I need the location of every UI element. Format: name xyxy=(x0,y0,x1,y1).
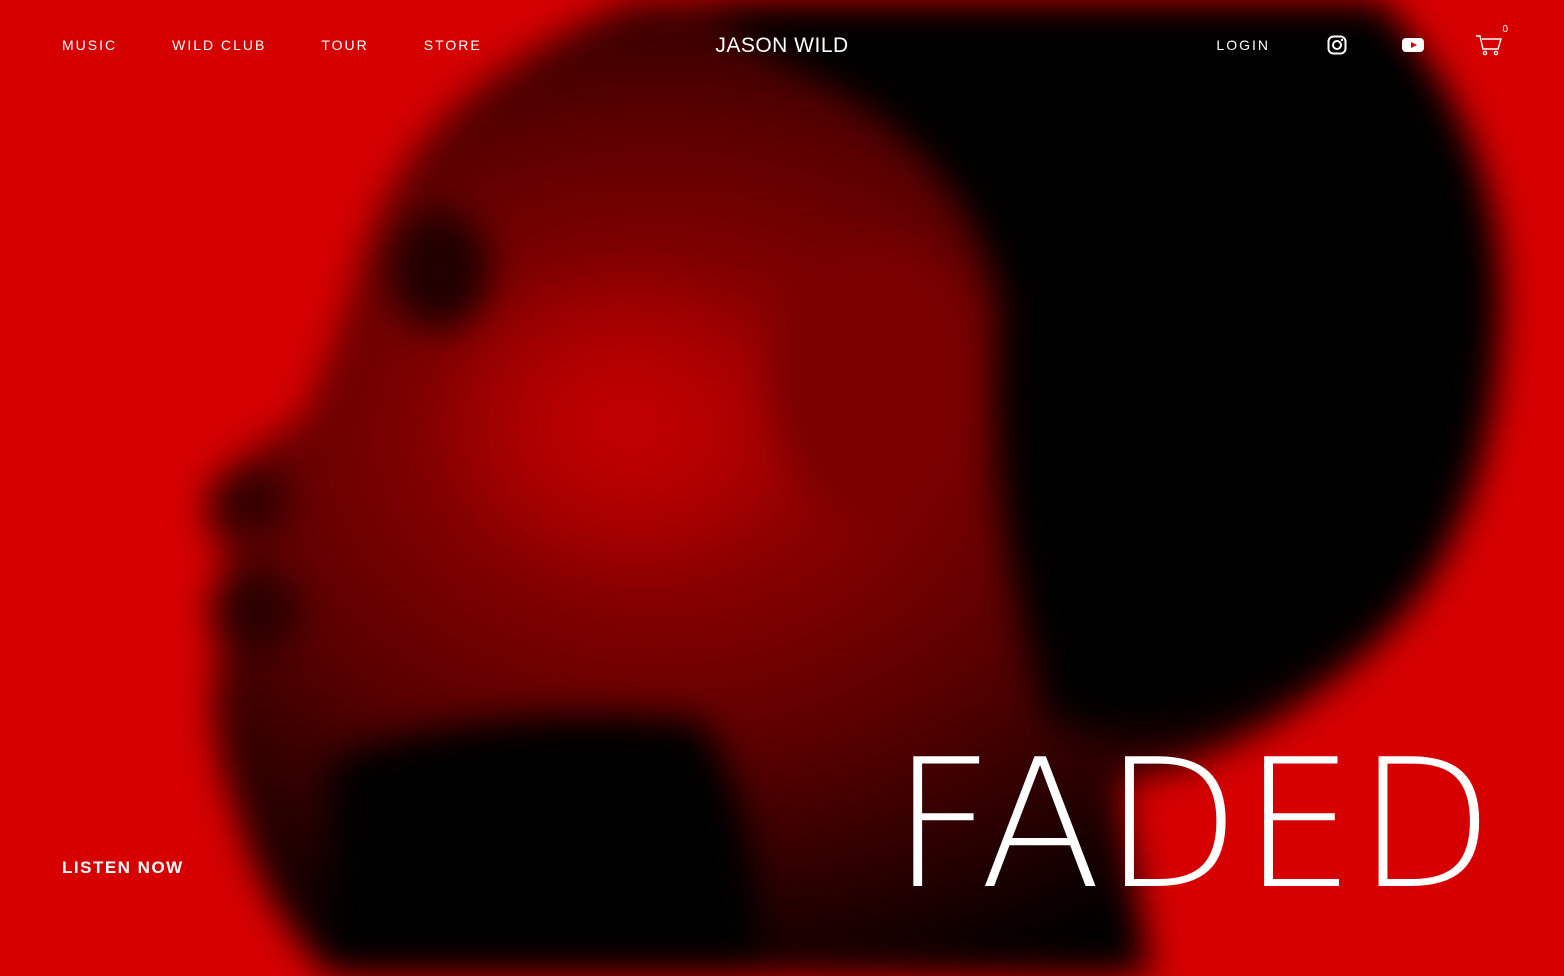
nav-item-wild-club[interactable]: WILD CLUB xyxy=(172,36,266,54)
hero-title: FADED xyxy=(891,721,1496,928)
cart-count-badge: 0 xyxy=(1502,24,1508,35)
nav-item-music[interactable]: MUSIC xyxy=(62,36,117,54)
instagram-icon[interactable] xyxy=(1322,30,1352,60)
main-nav: MUSIC WILD CLUB TOUR STORE xyxy=(62,36,537,54)
login-link[interactable]: LOGIN xyxy=(1216,37,1270,53)
header-actions: LOGIN 0 xyxy=(1216,24,1508,60)
youtube-icon[interactable] xyxy=(1398,30,1428,60)
landing-page: MUSIC WILD CLUB TOUR STORE JASON WILD LO… xyxy=(0,0,1564,976)
nav-item-tour[interactable]: TOUR xyxy=(321,36,368,54)
nav-item-store[interactable]: STORE xyxy=(424,36,482,54)
listen-now-button[interactable]: LISTEN NOW xyxy=(62,858,184,878)
cart-icon[interactable]: 0 xyxy=(1474,24,1508,60)
brand-logo[interactable]: JASON WILD xyxy=(715,34,848,57)
